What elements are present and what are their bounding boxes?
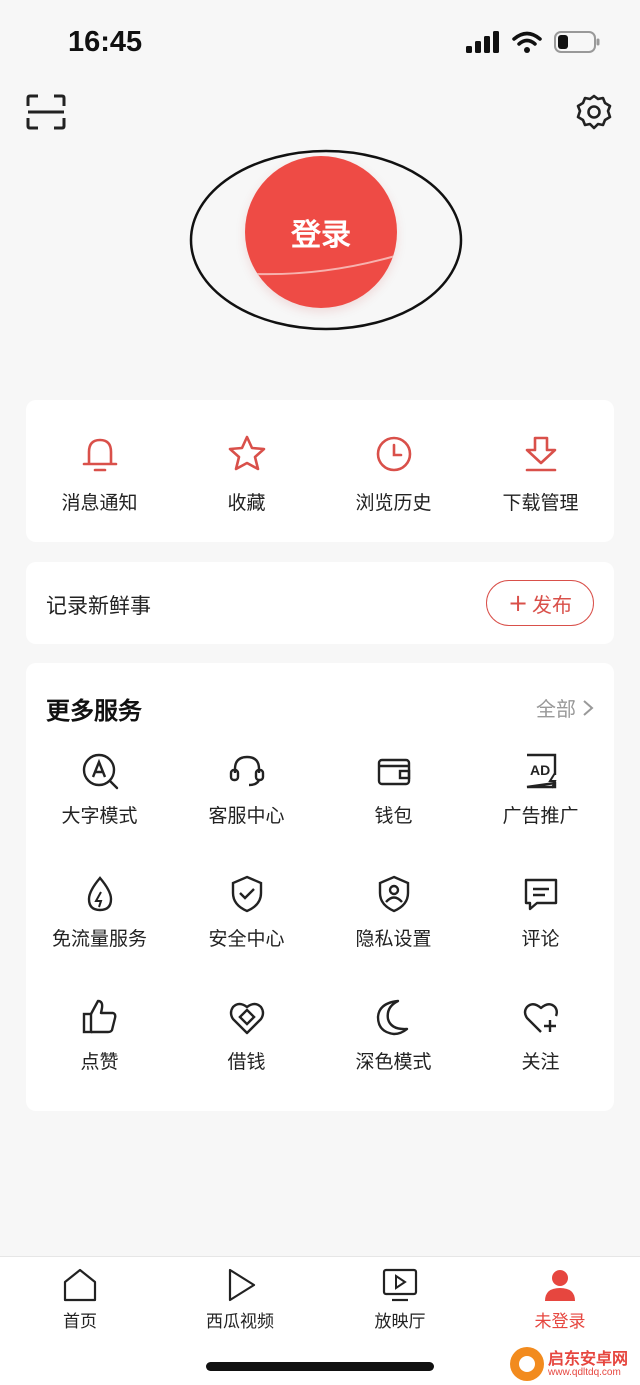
moon-icon <box>376 999 408 1036</box>
service-label: 客服中心 <box>208 805 285 827</box>
service-free-data[interactable]: 免流量服务 <box>26 872 173 995</box>
cellular-signal-icon <box>466 31 499 53</box>
tv-play-icon <box>382 1268 418 1302</box>
service-wallet[interactable]: 钱包 <box>320 749 467 872</box>
tab-cinema[interactable]: 放映厅 <box>340 1267 460 1332</box>
service-label: 深色模式 <box>355 1051 432 1073</box>
chevron-right-icon <box>583 699 594 716</box>
wifi-icon <box>512 31 542 53</box>
home-indicator[interactable] <box>206 1362 434 1371</box>
quick-item-history[interactable]: 浏览历史 <box>320 400 467 542</box>
tab-label: 西瓜视频 <box>206 1312 274 1332</box>
quick-item-label: 浏览历史 <box>355 492 432 514</box>
loan-icon <box>229 1002 264 1035</box>
services-title: 更多服务 <box>46 697 142 725</box>
service-label: 评论 <box>521 928 560 950</box>
settings-button[interactable] <box>575 93 613 131</box>
battery-icon <box>554 31 600 53</box>
headset-icon <box>229 755 264 787</box>
wallet-icon <box>377 758 410 786</box>
plus-icon: + <box>507 589 529 617</box>
status-icons <box>466 30 600 54</box>
status-time: 16:45 <box>68 26 143 58</box>
user-icon <box>545 1270 575 1301</box>
heart-plus-icon <box>523 1003 558 1033</box>
login-label: 登录 <box>291 218 351 253</box>
service-follow[interactable]: 关注 <box>467 995 614 1118</box>
service-label: 免流量服务 <box>51 928 147 950</box>
service-label: 关注 <box>521 1051 560 1073</box>
service-security-center[interactable]: 安全中心 <box>173 872 320 995</box>
quick-actions-card: 消息通知 收藏 浏览历史 下载管理 <box>26 400 614 542</box>
watermark-title: 启东安卓网 <box>548 1348 629 1368</box>
service-label: 钱包 <box>374 805 413 827</box>
quick-item-favorites[interactable]: 收藏 <box>173 400 320 542</box>
watermark-url: www.qdltdq.com <box>548 1367 621 1379</box>
tab-xigua-video[interactable]: 西瓜视频 <box>180 1267 300 1332</box>
clock-icon <box>376 436 411 472</box>
thumbs-up-icon <box>82 999 116 1034</box>
publish-label: 发布 <box>532 592 573 617</box>
ad-icon: AD <box>526 753 557 789</box>
tab-label: 放映厅 <box>374 1312 426 1332</box>
scan-icon <box>26 94 66 130</box>
scan-button[interactable] <box>26 94 66 130</box>
shield-check-icon <box>231 875 262 913</box>
service-label: 隐私设置 <box>355 928 432 950</box>
service-ad-promotion[interactable]: AD 广告推广 <box>467 749 614 872</box>
data-drop-icon <box>87 876 112 912</box>
service-label: 安全中心 <box>208 928 285 950</box>
services-all-label: 全部 <box>536 697 576 721</box>
more-services-card: 更多服务 全部 大字模式 客服中心 钱包 AD 广告推广 免流量服务 安全中心 … <box>26 663 614 1111</box>
gear-icon <box>576 94 612 130</box>
service-loan[interactable]: 借钱 <box>173 995 320 1118</box>
post-card: 记录新鲜事 + 发布 <box>26 562 614 644</box>
service-label: 点赞 <box>80 1051 119 1073</box>
watermark: 启东安卓网 www.qdltdq.com <box>510 1343 640 1385</box>
home-icon <box>63 1268 97 1302</box>
post-prompt[interactable]: 记录新鲜事 <box>46 590 151 620</box>
login-button[interactable]: 登录 <box>245 156 397 308</box>
svg-text:AD: AD <box>530 762 550 778</box>
service-comments[interactable]: 评论 <box>467 872 614 995</box>
service-large-font[interactable]: 大字模式 <box>26 749 173 872</box>
services-all-link[interactable]: 全部 <box>536 693 594 722</box>
download-icon <box>525 436 556 472</box>
watermark-text: 启东安卓网 www.qdltdq.com <box>548 1350 628 1379</box>
privacy-icon <box>378 875 409 913</box>
watermark-logo-icon <box>510 1347 544 1381</box>
tab-label: 首页 <box>63 1312 97 1332</box>
service-dark-mode[interactable]: 深色模式 <box>320 995 467 1118</box>
play-icon <box>228 1268 256 1302</box>
tab-label: 未登录 <box>534 1312 586 1332</box>
service-likes[interactable]: 点赞 <box>26 995 173 1118</box>
comment-icon <box>524 878 557 911</box>
service-privacy-settings[interactable]: 隐私设置 <box>320 872 467 995</box>
service-label: 广告推广 <box>502 805 579 827</box>
publish-button[interactable]: + 发布 <box>486 580 594 626</box>
tab-home[interactable]: 首页 <box>20 1267 140 1332</box>
login-area: 登录 <box>188 148 464 332</box>
quick-item-notifications[interactable]: 消息通知 <box>26 400 173 542</box>
quick-item-label: 下载管理 <box>502 492 579 514</box>
quick-item-label: 收藏 <box>227 492 266 514</box>
service-customer-center[interactable]: 客服中心 <box>173 749 320 872</box>
large-font-icon <box>82 753 118 790</box>
tab-not-logged-in[interactable]: 未登录 <box>500 1267 620 1332</box>
quick-item-label: 消息通知 <box>61 492 138 514</box>
status-bar: 16:45 <box>0 0 640 84</box>
service-label: 借钱 <box>227 1051 266 1073</box>
star-icon <box>228 435 265 471</box>
services-grid: 大字模式 客服中心 钱包 AD 广告推广 免流量服务 安全中心 隐私设置 评论 … <box>26 749 614 1118</box>
bell-icon <box>82 438 117 472</box>
service-label: 大字模式 <box>61 805 138 827</box>
quick-item-downloads[interactable]: 下载管理 <box>467 400 614 542</box>
